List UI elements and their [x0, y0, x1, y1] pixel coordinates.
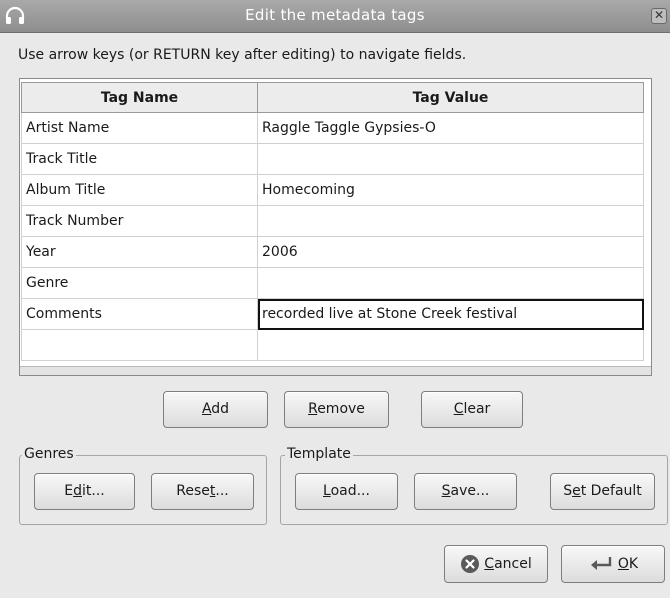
cancel-icon	[461, 555, 480, 573]
save-template-button[interactable]: Save...	[414, 473, 517, 510]
tag-name-cell[interactable]: Track Title	[21, 143, 258, 175]
load-template-button[interactable]: Load...	[295, 473, 398, 510]
reset-genres-button[interactable]: Reset...	[151, 473, 254, 510]
set-default-template-button[interactable]: Set Default	[550, 473, 655, 510]
close-icon[interactable]: ✕	[651, 8, 667, 24]
tag-name-cell[interactable]: Year	[21, 236, 258, 268]
tag-value-cell[interactable]	[257, 267, 644, 299]
tag-name-cell[interactable]	[21, 329, 258, 361]
clear-button[interactable]: Clear	[421, 391, 523, 428]
tag-value-edit-field[interactable]: recorded live at Stone Creek festival	[257, 298, 644, 330]
remove-button[interactable]: Remove	[284, 391, 389, 428]
table-row[interactable]: Year 2006	[21, 236, 644, 268]
tag-value-cell[interactable]	[257, 205, 644, 237]
table-row[interactable]: Track Number	[21, 205, 644, 237]
genres-label: Genres	[22, 446, 76, 462]
table-row[interactable]: Artist Name Raggle Taggle Gypsies-O	[21, 112, 644, 144]
column-header-tag-name[interactable]: Tag Name	[21, 82, 258, 113]
tag-table-frame: Tag Name Tag Value Artist Name Raggle Ta…	[19, 78, 652, 376]
tag-table: Tag Name Tag Value Artist Name Raggle Ta…	[21, 82, 644, 361]
instructions-text: Use arrow keys (or RETURN key after edit…	[18, 47, 467, 63]
table-row[interactable]: Genre	[21, 267, 644, 299]
tag-name-cell[interactable]: Comments	[21, 298, 258, 330]
tag-value-cell[interactable]	[257, 329, 644, 361]
cancel-button[interactable]: Cancel	[444, 545, 548, 583]
table-row[interactable]	[21, 329, 644, 361]
window-title: Edit the metadata tags	[245, 6, 425, 24]
edit-genres-button[interactable]: Edit...	[34, 473, 135, 510]
template-label: Template	[285, 446, 353, 462]
horizontal-scrollbar[interactable]	[20, 366, 651, 375]
tag-name-cell[interactable]: Artist Name	[21, 112, 258, 144]
ok-icon	[590, 557, 612, 570]
table-row[interactable]: Track Title	[21, 143, 644, 175]
table-row[interactable]: Album Title Homecoming	[21, 174, 644, 206]
tag-value-cell[interactable]: Homecoming	[257, 174, 644, 206]
tag-value-cell[interactable]	[257, 143, 644, 175]
tag-value-cell[interactable]: 2006	[257, 236, 644, 268]
tag-name-cell[interactable]: Album Title	[21, 174, 258, 206]
title-bar[interactable]: Edit the metadata tags ✕	[0, 0, 670, 33]
table-row[interactable]: Comments recorded live at Stone Creek fe…	[21, 298, 644, 330]
column-header-tag-value[interactable]: Tag Value	[257, 82, 644, 113]
add-button[interactable]: Add	[163, 391, 268, 428]
ok-button[interactable]: OK	[561, 545, 665, 583]
tag-name-cell[interactable]: Genre	[21, 267, 258, 299]
tag-value-cell[interactable]: Raggle Taggle Gypsies-O	[257, 112, 644, 144]
tag-name-cell[interactable]: Track Number	[21, 205, 258, 237]
